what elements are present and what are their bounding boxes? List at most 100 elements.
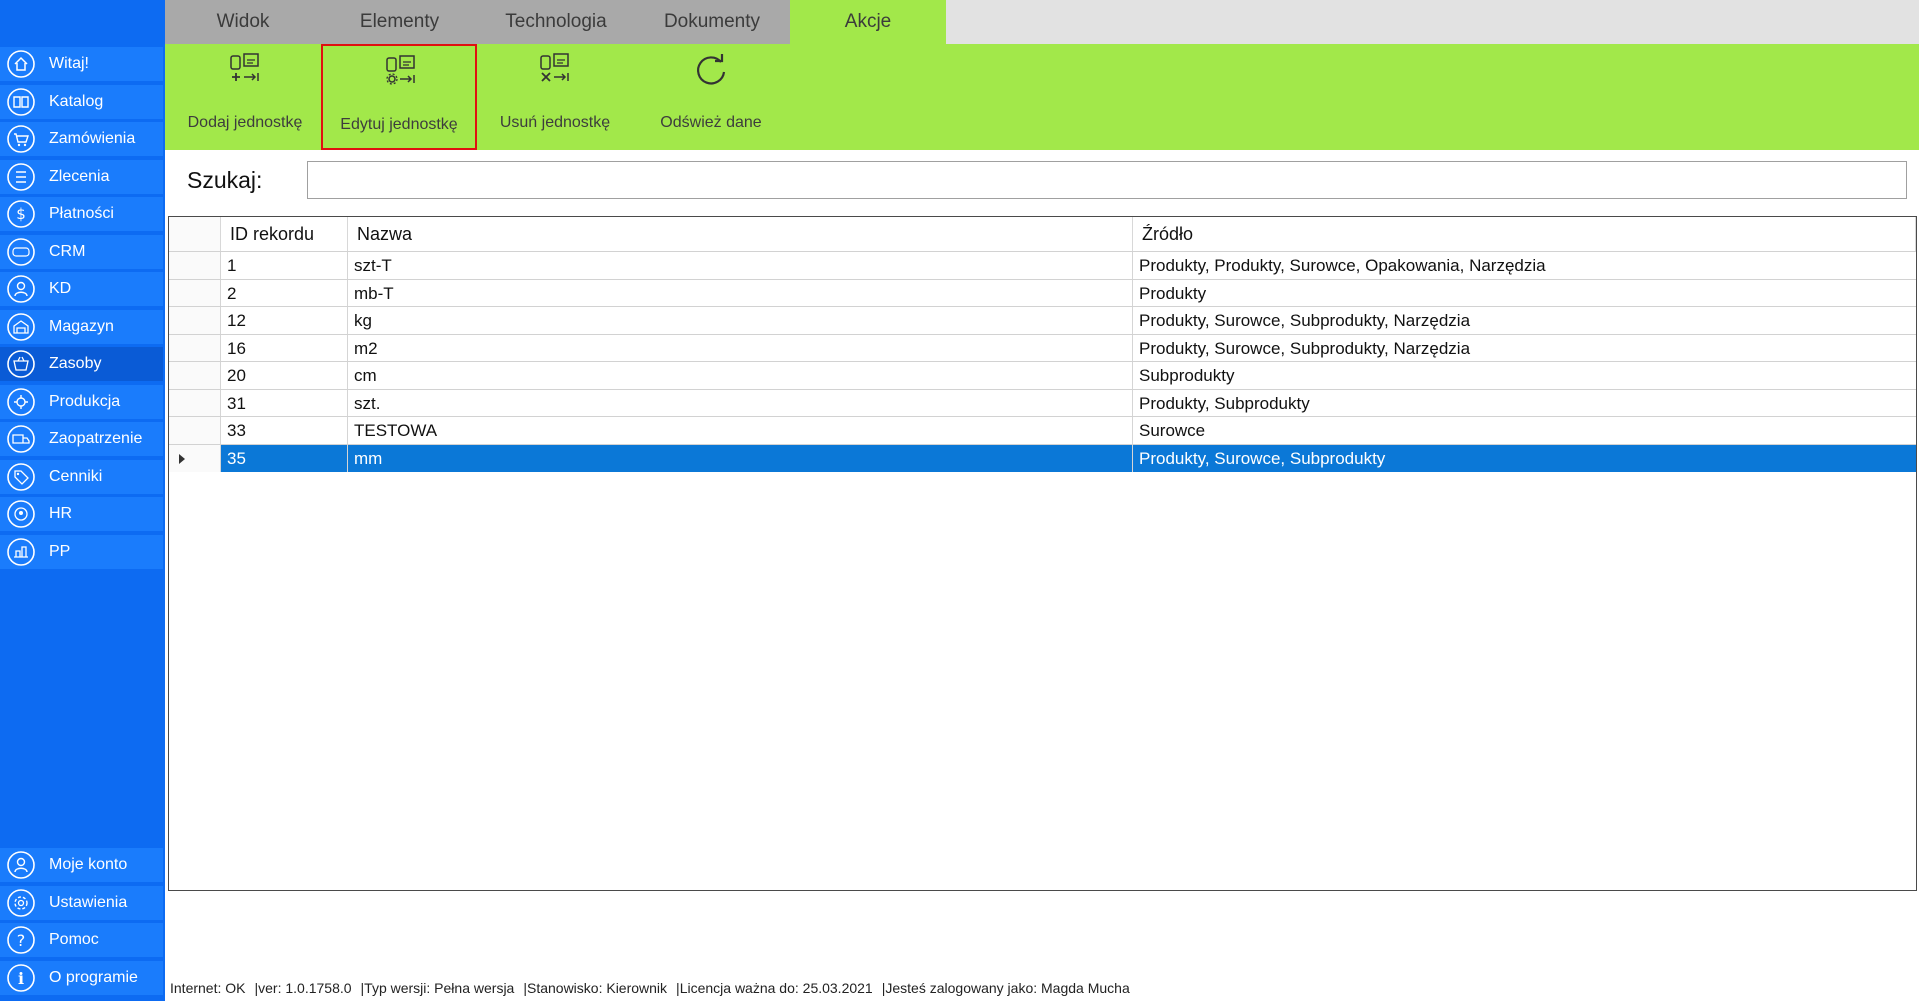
table-row[interactable]: 2 mb-T Produkty xyxy=(169,278,1916,307)
cell-source: Produkty, Produkty, Surowce, Opakowania,… xyxy=(1139,256,1546,275)
sidebar-item-pp[interactable]: PP xyxy=(0,534,163,569)
status-internet: Internet: OK xyxy=(170,980,246,996)
table-row[interactable]: 12 kg Produkty, Surowce, Subprodukty, Na… xyxy=(169,306,1916,335)
sidebar-item-label: Magazyn xyxy=(49,317,114,335)
table-row[interactable]: 20 cm Subprodukty xyxy=(169,361,1916,390)
sidebar: Witaj! Katalog Zamówienia Zlecenia $ Pła… xyxy=(0,0,165,1001)
cell-name: cm xyxy=(348,362,1133,390)
column-header-source[interactable]: Źródło xyxy=(1133,217,1916,251)
sidebar-item-katalog[interactable]: Katalog xyxy=(0,84,163,119)
cell-id: 2 xyxy=(221,279,348,307)
sidebar-item-zamowienia[interactable]: Zamówienia xyxy=(0,122,163,156)
table-row[interactable]: 1 szt-T Produkty, Produkty, Surowce, Opa… xyxy=(169,251,1916,280)
tab-widok[interactable]: Widok xyxy=(165,0,321,44)
row-selector[interactable] xyxy=(169,307,221,335)
sidebar-item-hr[interactable]: HR xyxy=(0,497,163,531)
row-selector[interactable] xyxy=(169,362,221,390)
sidebar-item-kd[interactable]: KD xyxy=(0,272,163,306)
row-selector[interactable] xyxy=(169,389,221,417)
delete-unit-button[interactable]: Usuń jednostkę xyxy=(477,44,633,150)
cell-name: mb-T xyxy=(348,279,1133,307)
row-selector[interactable] xyxy=(169,444,221,472)
table-row-selected[interactable]: 35 mm Produkty, Surowce, Subprodukty xyxy=(169,443,1916,472)
sidebar-item-label: Katalog xyxy=(49,92,104,110)
sidebar-item-label: CRM xyxy=(49,242,86,260)
sidebar-item-ustawienia[interactable]: Ustawienia xyxy=(0,885,163,920)
sidebar-nav: Witaj! Katalog Zamówienia Zlecenia $ Pła… xyxy=(0,47,163,572)
cell-source: Produkty, Subprodukty xyxy=(1139,393,1310,413)
cell-source: Produkty, Surowce, Subprodukty, Narzędzi… xyxy=(1139,311,1471,330)
cell-id: 16 xyxy=(221,334,348,362)
hr-icon xyxy=(6,499,36,529)
cell-id: 31 xyxy=(221,389,348,417)
sidebar-item-moje-konto[interactable]: Moje konto xyxy=(0,848,163,882)
sidebar-item-zasoby[interactable]: Zasoby xyxy=(0,347,163,381)
tab-bar: Widok Elementy Technologia Dokumenty Akc… xyxy=(165,0,1919,44)
cell-name: TESTOWA xyxy=(348,417,1133,445)
tab-akcje[interactable]: Akcje xyxy=(790,0,946,44)
sidebar-item-witaj[interactable]: Witaj! xyxy=(0,47,163,81)
sidebar-item-label: Cenniki xyxy=(49,467,103,485)
cell-id: 12 xyxy=(221,307,348,335)
status-bar: Internet: OK |ver: 1.0.1758.0 |Typ wersji:… xyxy=(170,980,1130,996)
table-row[interactable]: 33 TESTOWA Surowce xyxy=(169,416,1916,445)
column-header-id[interactable]: ID rekordu xyxy=(221,217,348,251)
sidebar-item-crm[interactable]: CRM xyxy=(0,234,163,269)
search-label: Szukaj: xyxy=(187,167,263,193)
sidebar-item-label: Zaopatrzenie xyxy=(49,430,143,447)
sidebar-item-label: Zasoby xyxy=(49,355,102,372)
edit-unit-label: Edytuj jednostkę xyxy=(340,116,458,133)
add-unit-button[interactable]: Dodaj jednostkę xyxy=(167,44,323,150)
sidebar-item-label: Moje konto xyxy=(49,856,128,873)
settings-icon xyxy=(6,888,36,918)
refresh-button[interactable]: Odśwież dane xyxy=(633,44,789,150)
column-header-name[interactable]: Nazwa xyxy=(348,217,1133,251)
row-selector[interactable] xyxy=(169,279,221,307)
sidebar-item-produkcja[interactable]: Produkcja xyxy=(0,384,163,419)
tab-dokumenty[interactable]: Dokumenty xyxy=(634,0,790,44)
svg-text:i: i xyxy=(18,969,24,988)
tag-icon xyxy=(6,462,36,492)
truck-icon xyxy=(6,424,36,454)
edit-unit-icon xyxy=(381,52,421,92)
sidebar-item-zlecenia[interactable]: Zlecenia xyxy=(0,159,163,194)
sidebar-item-zaopatrzenie[interactable]: Zaopatrzenie xyxy=(0,422,163,456)
crm-icon xyxy=(6,237,36,267)
tab-technologia[interactable]: Technologia xyxy=(478,0,634,44)
cell-id: 20 xyxy=(221,362,348,390)
sidebar-item-pomoc[interactable]: ? Pomoc xyxy=(0,923,163,957)
row-selector[interactable] xyxy=(169,252,221,280)
sidebar-item-label: Pomoc xyxy=(49,931,99,948)
sidebar-item-platnosci[interactable]: $ Płatności xyxy=(0,197,163,231)
search-input[interactable] xyxy=(307,161,1907,199)
cell-id: 1 xyxy=(221,252,348,280)
svg-text:?: ? xyxy=(17,931,26,950)
sidebar-item-o-programie[interactable]: i O programie xyxy=(0,960,163,995)
table-row[interactable]: 31 szt. Produkty, Subprodukty xyxy=(169,388,1916,417)
home-icon xyxy=(6,49,36,79)
warehouse-icon xyxy=(6,312,36,342)
cell-name: mm xyxy=(348,444,1133,472)
cell-id: 33 xyxy=(221,417,348,445)
dollar-icon: $ xyxy=(6,199,36,229)
grid-header: ID rekordu Nazwa Źródło xyxy=(169,217,1916,251)
cart-icon xyxy=(6,124,36,154)
cell-source: Produkty xyxy=(1139,283,1207,303)
cell-name: m2 xyxy=(348,334,1133,362)
refresh-label: Odśwież dane xyxy=(660,114,762,131)
tab-elementy[interactable]: Elementy xyxy=(321,0,478,44)
sidebar-item-cenniki[interactable]: Cenniki xyxy=(0,459,163,494)
action-ribbon: Dodaj jednostkę Edytuj jednostkę Usuń je… xyxy=(165,44,1919,150)
row-selector[interactable] xyxy=(169,417,221,445)
svg-text:$: $ xyxy=(16,205,26,223)
sidebar-bottom-nav: Moje konto Ustawienia ? Pomoc i O progra… xyxy=(0,848,163,998)
row-header-corner xyxy=(169,217,221,251)
sidebar-item-label: Ustawienia xyxy=(49,893,128,911)
table-row[interactable]: 16 m2 Produkty, Surowce, Subprodukty, Na… xyxy=(169,333,1916,362)
edit-unit-button[interactable]: Edytuj jednostkę xyxy=(321,44,477,150)
account-icon xyxy=(6,850,36,880)
sidebar-item-label: HR xyxy=(49,505,73,522)
row-selector[interactable] xyxy=(169,334,221,362)
basket-icon xyxy=(6,349,36,379)
sidebar-item-magazyn[interactable]: Magazyn xyxy=(0,309,163,344)
